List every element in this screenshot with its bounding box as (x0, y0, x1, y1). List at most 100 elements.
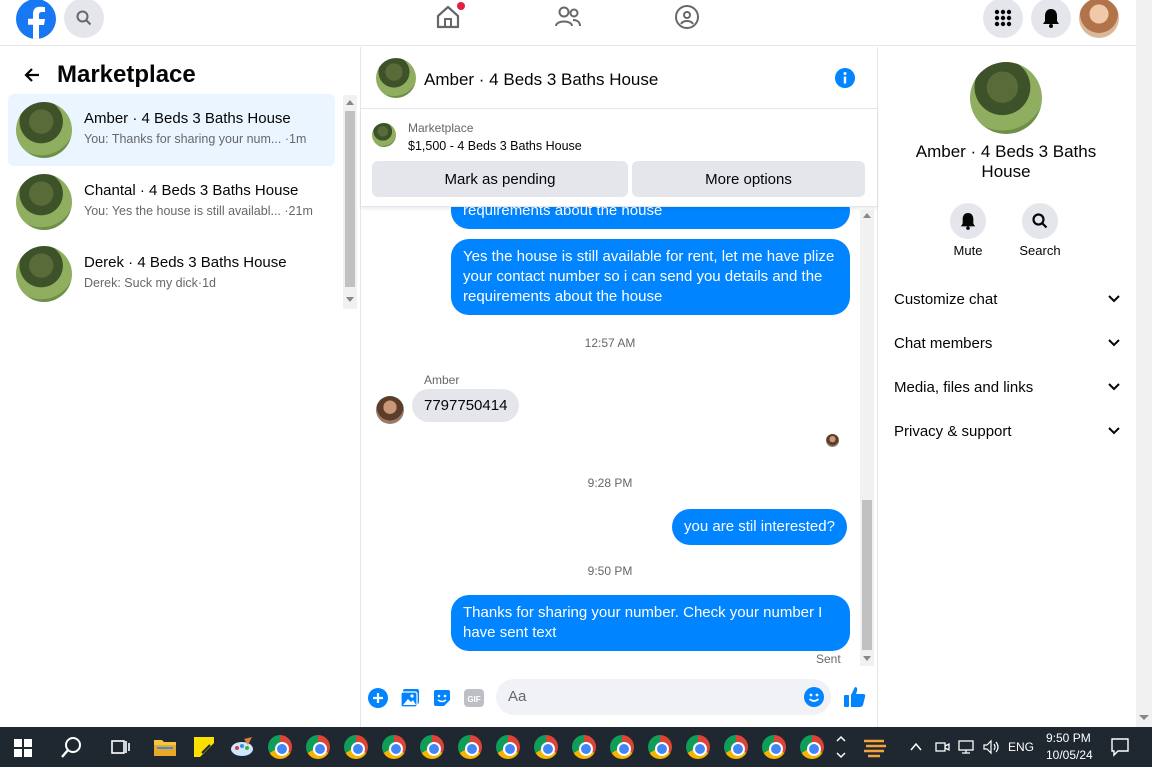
message-bubble-outgoing: Yes the house is still available for ren… (451, 239, 850, 315)
conversation-item[interactable]: Amber · 4 Beds 3 Baths House You: Thanks… (8, 94, 335, 166)
gif-button[interactable]: GIF (464, 688, 484, 708)
emoji-icon (804, 687, 824, 707)
listing-thumbnail[interactable] (372, 123, 396, 147)
home-tab[interactable] (428, 0, 468, 37)
thumbs-up-icon (844, 687, 866, 707)
house-thumbnail (16, 102, 72, 158)
message-bubble-outgoing: Thanks for sharing your number. Check yo… (451, 595, 850, 651)
customize-chat-row[interactable]: Customize chat (894, 291, 1120, 319)
task-view-icon[interactable] (108, 735, 132, 759)
facebook-logo[interactable] (16, 0, 56, 39)
details-title: Amber · 4 Beds 3 Baths House (915, 142, 1097, 181)
groups-icon (675, 5, 699, 29)
svg-text:GIF: GIF (467, 695, 480, 704)
sent-status: Sent (816, 652, 841, 666)
clock-date[interactable]: 10/05/24 (1046, 748, 1093, 762)
privacy-support-row[interactable]: Privacy & support (894, 423, 1120, 451)
add-button[interactable] (368, 688, 388, 708)
notifications-button[interactable] (1031, 0, 1071, 38)
chat-title[interactable]: Amber · 4 Beds 3 Baths House (424, 70, 658, 90)
message-bubble-outgoing: you are stil interested? (672, 509, 847, 545)
chrome-icon[interactable] (458, 735, 482, 759)
chat-header: Amber · 4 Beds 3 Baths House (361, 47, 877, 109)
input-placeholder: Aa (508, 688, 527, 705)
messages-scrollbar[interactable] (860, 210, 874, 666)
conversation-preview: Derek: Suck my dick·1d (84, 276, 216, 290)
emoji-button[interactable] (804, 687, 824, 707)
weather-icon[interactable] (862, 735, 886, 759)
photo-button[interactable] (400, 688, 420, 708)
profile-avatar[interactable] (1079, 0, 1119, 38)
conversation-list-panel: Marketplace Amber · 4 Beds 3 Baths House… (0, 47, 361, 727)
conversation-title: Derek · 4 Beds 3 Baths House (84, 254, 287, 271)
friends-tab[interactable] (548, 0, 588, 37)
mute-button[interactable] (950, 203, 986, 239)
more-options-button[interactable]: More options (632, 161, 865, 197)
sticker-button[interactable] (432, 688, 452, 708)
windows-start-icon[interactable] (14, 739, 32, 757)
chrome-icon[interactable] (762, 735, 786, 759)
menu-label: Media, files and links (894, 379, 1034, 396)
show-hidden-icons-chevron-icon[interactable] (908, 739, 924, 755)
volume-icon[interactable] (982, 739, 1000, 755)
search-icon[interactable] (60, 735, 84, 759)
menu-button[interactable] (983, 0, 1023, 38)
bell-icon (1043, 9, 1059, 28)
clock-time[interactable]: 9:50 PM (1046, 731, 1091, 745)
chrome-icon[interactable] (724, 735, 748, 759)
sender-avatar[interactable] (376, 396, 404, 424)
image-icon (400, 689, 419, 708)
timestamp: 12:57 AM (584, 336, 636, 350)
panel-title: Marketplace (57, 61, 196, 88)
mute-label: Mute (953, 243, 983, 258)
search-button[interactable] (64, 0, 104, 38)
mark-pending-button[interactable]: Mark as pending (372, 161, 628, 197)
chrome-icon[interactable] (306, 735, 330, 759)
chrome-icon[interactable] (344, 735, 368, 759)
search-chat-button[interactable] (1022, 203, 1058, 239)
chat-members-row[interactable]: Chat members (894, 335, 1120, 363)
like-button[interactable] (843, 685, 867, 709)
conversation-item[interactable]: Derek · 4 Beds 3 Baths House Derek: Suck… (8, 238, 335, 310)
conversation-preview: You: Thanks for sharing your num... ·1m (84, 132, 307, 146)
taskbar-overflow-chevron-icon[interactable] (834, 731, 848, 763)
chrome-icon[interactable] (496, 735, 520, 759)
media-files-row[interactable]: Media, files and links (894, 379, 1120, 407)
search-icon (1032, 213, 1048, 229)
file-explorer-icon[interactable] (153, 735, 177, 759)
chrome-icon[interactable] (268, 735, 292, 759)
meet-now-icon[interactable] (934, 739, 950, 755)
message-input[interactable]: Aa (496, 679, 831, 715)
details-avatar[interactable] (970, 62, 1042, 134)
chrome-icon[interactable] (382, 735, 406, 759)
paint-icon[interactable] (230, 735, 254, 759)
conversation-title: Chantal · 4 Beds 3 Baths House (84, 182, 299, 199)
conversation-list-scrollbar[interactable] (343, 95, 357, 309)
sticky-notes-icon[interactable] (192, 735, 216, 759)
listing-description[interactable]: $1,500 - 4 Beds 3 Baths House (408, 139, 582, 153)
info-button[interactable] (835, 68, 855, 88)
chat-panel: Amber · 4 Beds 3 Baths House Marketplace… (361, 47, 878, 727)
chrome-icon[interactable] (686, 735, 710, 759)
chrome-icon[interactable] (572, 735, 596, 759)
search-label: Search (1019, 243, 1061, 258)
chrome-icon[interactable] (800, 735, 824, 759)
language-indicator[interactable]: ENG (1008, 740, 1034, 754)
conversation-preview: You: Yes the house is still availabl... … (84, 204, 313, 218)
groups-tab[interactable] (667, 0, 707, 37)
network-icon[interactable] (957, 739, 975, 755)
house-thumbnail (16, 174, 72, 230)
chrome-icon[interactable] (610, 735, 634, 759)
chat-details-panel: Amber · 4 Beds 3 Baths House Mute Search… (878, 47, 1136, 727)
chrome-icon[interactable] (420, 735, 444, 759)
chat-avatar[interactable] (376, 58, 416, 98)
conversation-item[interactable]: Chantal · 4 Beds 3 Baths House You: Yes … (8, 166, 335, 238)
back-button[interactable] (22, 65, 42, 85)
listing-label: Marketplace (408, 121, 474, 135)
chrome-icon[interactable] (648, 735, 672, 759)
page-scrollbar[interactable] (1136, 0, 1152, 727)
chrome-icon[interactable] (534, 735, 558, 759)
notification-center-icon[interactable] (1110, 737, 1130, 757)
windows-taskbar: ENG 9:50 PM 10/05/24 (0, 727, 1152, 767)
chevron-down-icon (1108, 427, 1120, 435)
